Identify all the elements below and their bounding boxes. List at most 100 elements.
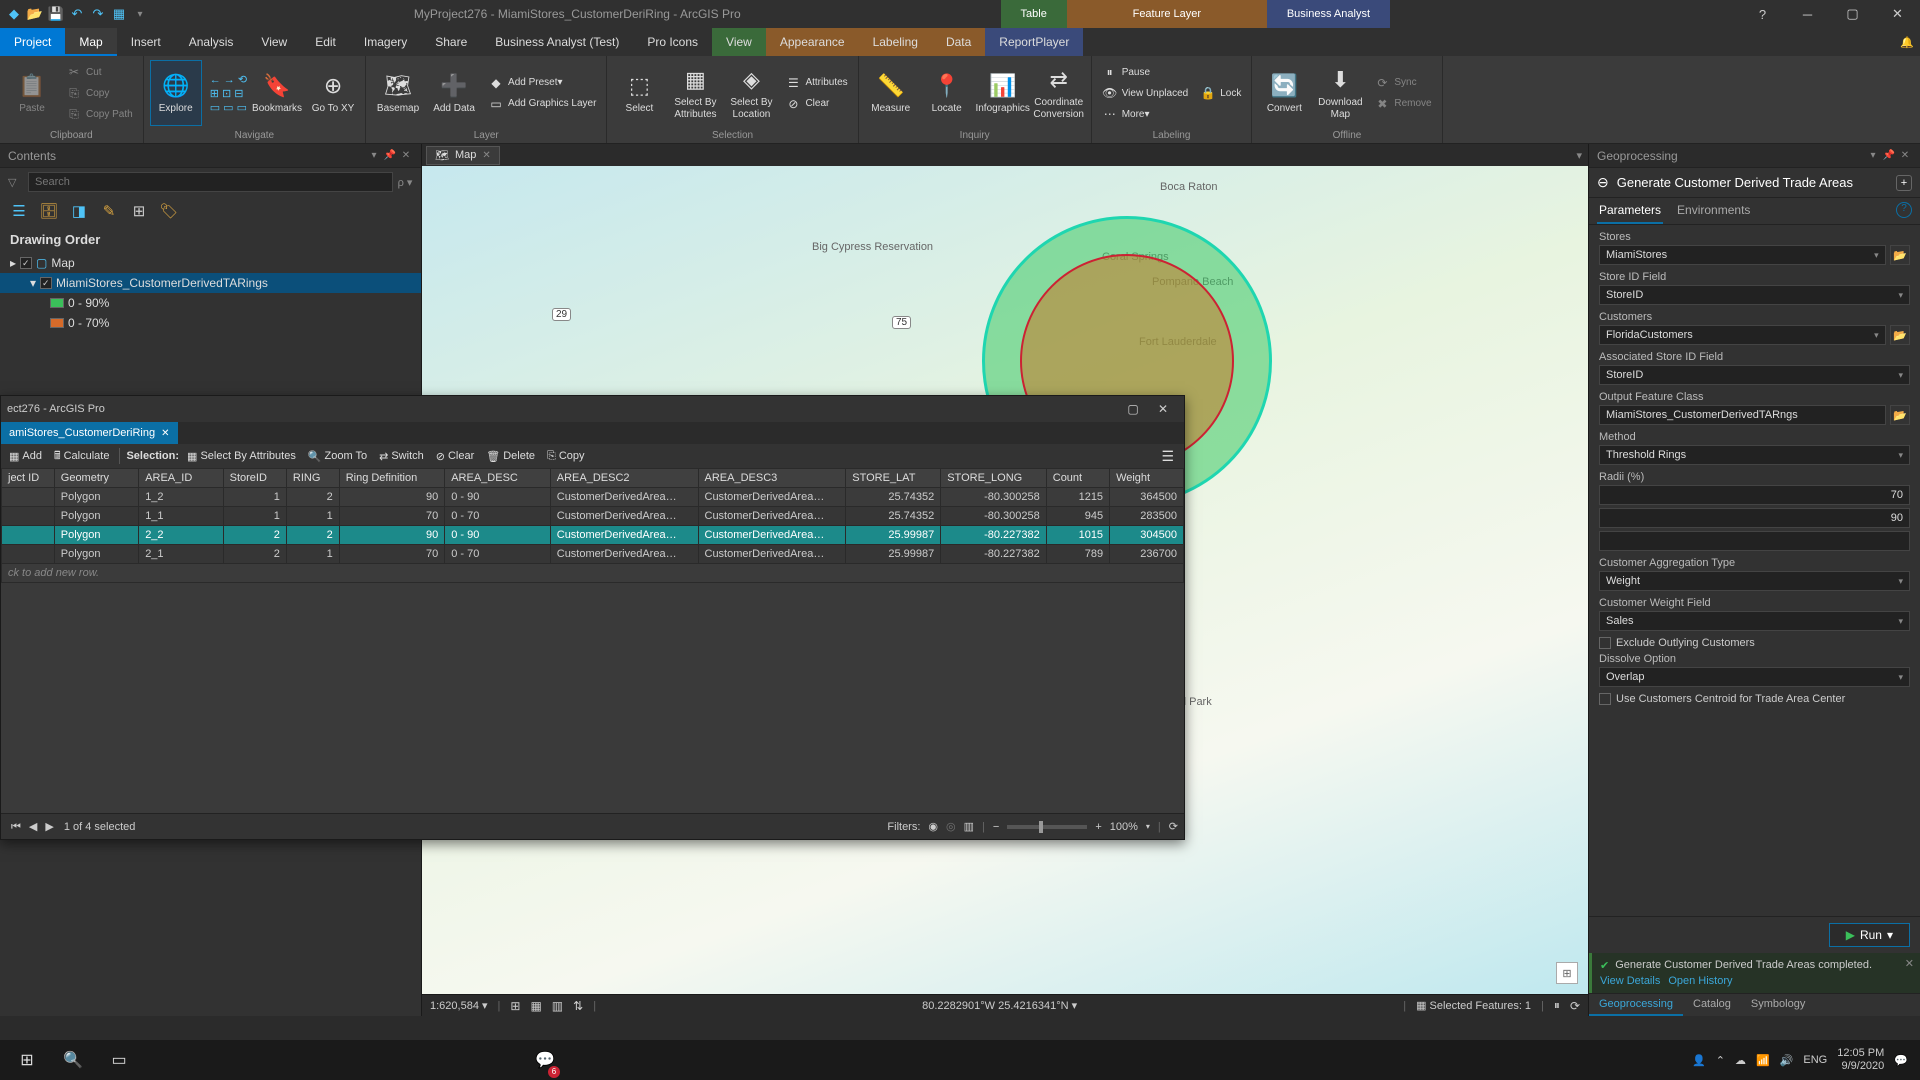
list-by-selection-icon[interactable]: ◨	[68, 200, 90, 222]
lock-button[interactable]: 🔒Lock	[1196, 83, 1245, 103]
storeid-input[interactable]: StoreID▾	[1599, 285, 1910, 305]
col-header[interactable]: STORE_LONG	[941, 469, 1047, 488]
zoom-out-icon[interactable]: −	[993, 821, 999, 833]
context-tab-table[interactable]: Table	[1001, 0, 1067, 28]
pin-icon[interactable]: 📌	[383, 150, 397, 161]
list-by-editing-icon[interactable]: ✎	[98, 200, 120, 222]
copy-sel-button[interactable]: ⎘ Copy	[543, 450, 589, 463]
toc-class-70[interactable]: 0 - 70%	[0, 313, 421, 333]
next-icon[interactable]: ▶	[41, 821, 57, 833]
contents-search-input[interactable]	[28, 172, 393, 192]
autohide-icon[interactable]: ▾	[367, 150, 381, 161]
sync-button[interactable]: ⟳Sync	[1370, 73, 1435, 93]
col-header[interactable]: Weight	[1110, 469, 1184, 488]
clear-sel-button[interactable]: ⊘ Clear	[432, 450, 479, 463]
refresh-icon[interactable]: ⟳	[1570, 999, 1580, 1013]
open-history-link[interactable]: Open History	[1668, 975, 1732, 987]
list-by-drawing-icon[interactable]: ☰	[8, 200, 30, 222]
calculate-button[interactable]: 🖩 Calculate	[50, 447, 113, 466]
col-header[interactable]: AREA_DESC3	[698, 469, 846, 488]
gotoxy-button[interactable]: ⊕Go To XY	[307, 60, 359, 126]
tab-proicons[interactable]: Pro Icons	[633, 28, 712, 56]
bottom-tab-gp[interactable]: Geoprocessing	[1589, 994, 1683, 1016]
select-button[interactable]: ⬚Select	[613, 60, 665, 126]
pause-button[interactable]: ⏸Pause	[1098, 62, 1193, 82]
tab-imagery[interactable]: Imagery	[350, 28, 421, 56]
zoom-in-icon[interactable]: +	[1095, 821, 1101, 833]
tab-appearance[interactable]: Appearance	[766, 28, 859, 56]
table-row[interactable]: Polygon2_121700 - 70CustomerDerivedArea……	[2, 545, 1184, 564]
notification-bell-icon[interactable]: 🔔	[1894, 28, 1920, 56]
weight-input[interactable]: Sales▾	[1599, 611, 1910, 631]
col-header[interactable]: Ring Definition	[339, 469, 445, 488]
start-button[interactable]: ⊞	[4, 1040, 50, 1080]
download-button[interactable]: ⬇Download Map	[1314, 60, 1366, 126]
tab-map[interactable]: Map	[65, 28, 116, 56]
filter-icon[interactable]: ▽	[8, 176, 24, 189]
run-button[interactable]: ▶Run ▾	[1829, 923, 1910, 947]
method-input[interactable]: Threshold Rings▾	[1599, 445, 1910, 465]
agg-input[interactable]: Weight▾	[1599, 571, 1910, 591]
maximize-button[interactable]: ▢	[1830, 0, 1875, 28]
map-attribution-icon[interactable]: ⊞	[1556, 962, 1578, 984]
paste-button[interactable]: 📋Paste	[6, 60, 58, 126]
view-tab-menu-icon[interactable]: ▾	[1576, 149, 1588, 162]
measure-button[interactable]: 📏Measure	[865, 60, 917, 126]
col-header[interactable]: STORE_LAT	[846, 469, 941, 488]
taskview-button[interactable]: ▭	[96, 1040, 142, 1080]
remove-button[interactable]: ✖Remove	[1370, 94, 1435, 114]
bottom-tab-symbology[interactable]: Symbology	[1741, 994, 1815, 1016]
save-icon[interactable]: 💾	[46, 4, 66, 24]
pane-close-icon[interactable]: ✕	[399, 150, 413, 161]
open-icon[interactable]: 📂	[25, 4, 45, 24]
attr-max-icon[interactable]: ▢	[1118, 402, 1148, 416]
redo-icon[interactable]: ↷	[88, 4, 108, 24]
col-header[interactable]: StoreID	[223, 469, 286, 488]
bookmarks-button[interactable]: 🔖Bookmarks	[251, 60, 303, 126]
coordinates-field[interactable]: 80.2282901°W 25.4216341°N ▾	[606, 999, 1393, 1012]
radii-input-2[interactable]	[1599, 531, 1910, 551]
close-button[interactable]: ✕	[1875, 0, 1920, 28]
tab-reportplayer[interactable]: ReportPlayer	[985, 28, 1083, 56]
view-details-link[interactable]: View Details	[1600, 975, 1660, 987]
scale-field[interactable]: 1:620,584 ▾	[430, 999, 488, 1012]
tray-up-icon[interactable]: ⌃	[1716, 1054, 1725, 1067]
search-button[interactable]: 🔍	[50, 1040, 96, 1080]
list-by-labeling-icon[interactable]: 🏷	[158, 200, 180, 222]
table-row[interactable]: Polygon1_212900 - 90CustomerDerivedArea……	[2, 488, 1184, 507]
gp-tab-environments[interactable]: Environments	[1675, 198, 1752, 224]
col-header[interactable]: Geometry	[54, 469, 138, 488]
addpreset-button[interactable]: ◆Add Preset ▾	[484, 73, 600, 93]
teams-app-icon[interactable]: 💬6	[522, 1040, 568, 1080]
search-options-icon[interactable]: ρ ▾	[397, 176, 413, 189]
table-row[interactable]: Polygon1_111700 - 70CustomerDerivedArea……	[2, 507, 1184, 526]
help-icon[interactable]: ?	[1896, 202, 1912, 218]
radii-input-0[interactable]	[1599, 485, 1910, 505]
switch-button[interactable]: ⇄ Switch	[375, 450, 428, 463]
selected-count[interactable]: ▦ Selected Features: 1	[1416, 999, 1531, 1012]
map-view-tab[interactable]: 🗺 Map ✕	[426, 146, 500, 165]
attr-tab[interactable]: amiStores_CustomerDeriRing✕	[1, 422, 178, 444]
refresh-table-icon[interactable]: ⟳	[1169, 820, 1178, 833]
tab-insert[interactable]: Insert	[117, 28, 175, 56]
minimize-button[interactable]: ─	[1785, 0, 1830, 28]
filter-all-icon[interactable]: ◉	[928, 820, 938, 833]
dissolve-input[interactable]: Overlap▾	[1599, 667, 1910, 687]
add-favorite-icon[interactable]: +	[1896, 175, 1912, 191]
tab-data[interactable]: Data	[932, 28, 985, 56]
col-header[interactable]: Count	[1046, 469, 1109, 488]
attrs-button[interactable]: ☰Attributes	[781, 73, 851, 93]
help-icon[interactable]: ?	[1740, 0, 1785, 28]
add-row-button[interactable]: ▦ Add	[5, 450, 46, 463]
tray-lang[interactable]: ENG	[1803, 1054, 1827, 1066]
correct-icon[interactable]: ⇅	[573, 999, 583, 1013]
attr-menu-icon[interactable]: ☰	[1155, 448, 1180, 465]
tray-wifi-icon[interactable]: 📶	[1756, 1054, 1770, 1067]
tray-people-icon[interactable]: 👤	[1692, 1054, 1706, 1067]
tray-sound-icon[interactable]: 🔊	[1780, 1054, 1794, 1067]
list-by-source-icon[interactable]: 🗄	[38, 200, 60, 222]
col-header[interactable]: AREA_DESC	[445, 469, 551, 488]
convert-button[interactable]: 🔄Convert	[1258, 60, 1310, 126]
table-row[interactable]: Polygon2_222900 - 90CustomerDerivedArea……	[2, 526, 1184, 545]
adddata-button[interactable]: ➕Add Data	[428, 60, 480, 126]
